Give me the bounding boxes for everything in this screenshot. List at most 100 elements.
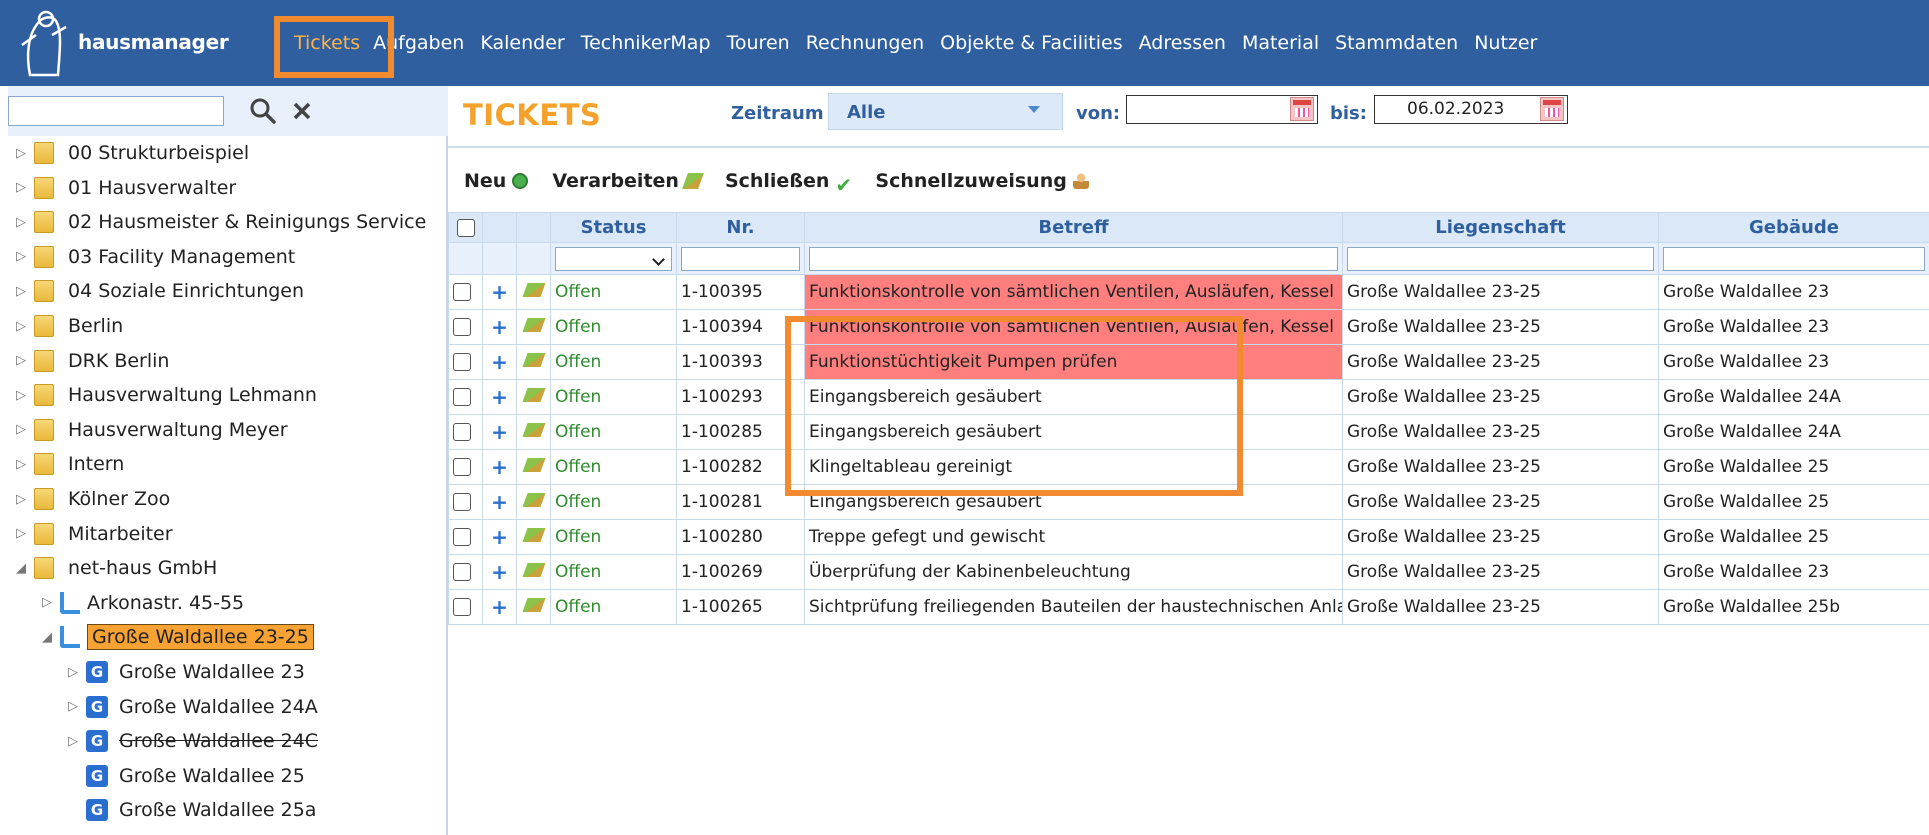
tree-item[interactable]: ▷ Arkonastr. 45-55 [42,586,244,620]
row-select-cell[interactable] [448,449,483,485]
edit-icon[interactable] [521,493,546,507]
edit-icon[interactable] [521,353,546,367]
edit-cell[interactable] [516,344,551,380]
row-checkbox[interactable] [453,528,471,546]
expand-cell[interactable]: + [482,554,517,590]
row-checkbox[interactable] [453,318,471,336]
close-icon[interactable] [288,96,318,126]
liegenschaft-filter-input[interactable] [1347,246,1654,271]
table-row[interactable]: + Offen 1-100394 Funktionskontrolle von säm… [448,309,1929,345]
edit-icon[interactable] [521,528,546,542]
collapsed-arrow-icon[interactable]: ▷ [16,388,34,403]
row-select-cell[interactable] [448,274,483,310]
schliessen-button[interactable]: Schließen ✔ [725,170,852,197]
plus-icon[interactable]: + [491,280,508,304]
table-row[interactable]: + Offen 1-100280 Treppe gefegt und gewischt… [448,519,1929,555]
plus-icon[interactable]: + [491,420,508,444]
collapsed-arrow-icon[interactable]: ▷ [16,180,34,195]
column-header-gebaeude[interactable]: Gebäude [1658,212,1929,243]
expand-cell[interactable]: + [482,589,517,625]
tree-item[interactable]: ▷ 02 Hausmeister & Reinigungs Service [16,205,426,239]
row-checkbox[interactable] [453,563,471,581]
edit-icon[interactable] [521,388,546,402]
plus-icon[interactable]: + [491,525,508,549]
tree-item[interactable]: ▷ Kölner Zoo [16,482,170,516]
edit-icon[interactable] [521,318,546,332]
expand-cell[interactable]: + [482,414,517,450]
collapsed-arrow-icon[interactable]: ▷ [16,353,34,368]
collapsed-arrow-icon[interactable]: ▷ [16,457,34,472]
table-row[interactable]: + Offen 1-100281 Eingangsbereich gesäubert G… [448,484,1929,520]
nav-nutzer[interactable]: Nutzer [1474,32,1537,54]
collapsed-arrow-icon[interactable]: ▷ [16,146,34,161]
edit-icon[interactable] [521,598,546,612]
nav-tickets[interactable]: Tickets [273,16,395,78]
search-icon[interactable] [248,96,278,126]
tree-item[interactable]: ▷ Mitarbeiter [16,517,173,551]
table-row[interactable]: + Offen 1-100395 Funktionskontrolle von säm… [448,274,1929,310]
collapsed-arrow-icon[interactable]: ▷ [42,595,60,610]
table-row[interactable]: + Offen 1-100293 Eingangsbereich gesäubert G… [448,379,1929,415]
expanded-arrow-icon[interactable]: ◢ [42,630,60,645]
plus-icon[interactable]: + [491,595,508,619]
verarbeiten-button[interactable]: Verarbeiten [552,170,704,192]
row-checkbox[interactable] [453,493,471,511]
tree-item[interactable]: ▷ G Große Waldallee 24C [68,724,318,758]
nav-adressen[interactable]: Adressen [1139,32,1226,54]
select-all-cell[interactable] [448,212,483,243]
row-checkbox[interactable] [453,353,471,371]
nav-technikermap[interactable]: TechnikerMap [581,32,711,54]
table-row[interactable]: + Offen 1-100393 Funktionstüchtigkeit Pumpe… [448,344,1929,380]
collapsed-arrow-icon[interactable]: ▷ [16,422,34,437]
tree-item[interactable]: ▷ 03 Facility Management [16,240,295,274]
expand-cell[interactable]: + [482,484,517,520]
status-filter-select[interactable] [555,246,672,271]
edit-cell[interactable] [516,449,551,485]
plus-icon[interactable]: + [491,490,508,514]
collapsed-arrow-icon[interactable]: ▷ [16,319,34,334]
tree-item[interactable]: ▷ Hausverwaltung Lehmann [16,378,317,412]
expand-cell[interactable]: + [482,379,517,415]
edit-cell[interactable] [516,379,551,415]
gebaeude-filter-input[interactable] [1663,246,1925,271]
tree-item[interactable]: ▷ DRK Berlin [16,344,169,378]
nav-touren[interactable]: Touren [727,32,790,54]
calendar-icon[interactable] [1290,97,1314,121]
collapsed-arrow-icon[interactable]: ▷ [68,734,86,749]
table-row[interactable]: + Offen 1-100265 Sichtprüfung freiliegenden… [448,589,1929,625]
tree-item[interactable]: ◢ Große Waldallee 23-25 [42,620,314,654]
schnellzuweisung-button[interactable]: Schnellzuweisung [875,170,1089,192]
tree-item[interactable]: ▷ 00 Strukturbeispiel [16,136,249,170]
expanded-arrow-icon[interactable]: ◢ [16,561,34,576]
edit-icon[interactable] [521,283,546,297]
edit-cell[interactable] [516,589,551,625]
zeitraum-select[interactable]: Alle [828,93,1063,130]
nav-stammdaten[interactable]: Stammdaten [1335,32,1458,54]
plus-icon[interactable]: + [491,455,508,479]
row-checkbox[interactable] [453,388,471,406]
collapsed-arrow-icon[interactable]: ▷ [16,249,34,264]
row-checkbox[interactable] [453,598,471,616]
tree-item[interactable]: ◢ net-haus GmbH [16,551,217,585]
nr-filter-input[interactable] [681,246,800,271]
tree-item[interactable]: G Große Waldallee 25 [68,759,305,793]
select-all-checkbox[interactable] [456,219,475,237]
tree-item[interactable]: ▷ Berlin [16,309,123,343]
expand-cell[interactable]: + [482,449,517,485]
row-select-cell[interactable] [448,309,483,345]
edit-icon[interactable] [521,423,546,437]
edit-cell[interactable] [516,309,551,345]
edit-icon[interactable] [521,458,546,472]
collapsed-arrow-icon[interactable]: ▷ [68,699,86,714]
table-row[interactable]: + Offen 1-100282 Klingeltableau gereinigt Gr… [448,449,1929,485]
plus-icon[interactable]: + [491,385,508,409]
edit-cell[interactable] [516,519,551,555]
nav-rechnungen[interactable]: Rechnungen [806,32,924,54]
row-select-cell[interactable] [448,344,483,380]
nav-material[interactable]: Material [1242,32,1319,54]
betreff-filter-input[interactable] [809,246,1338,271]
plus-icon[interactable]: + [491,315,508,339]
row-checkbox[interactable] [453,283,471,301]
collapsed-arrow-icon[interactable]: ▷ [16,492,34,507]
plus-icon[interactable]: + [491,560,508,584]
